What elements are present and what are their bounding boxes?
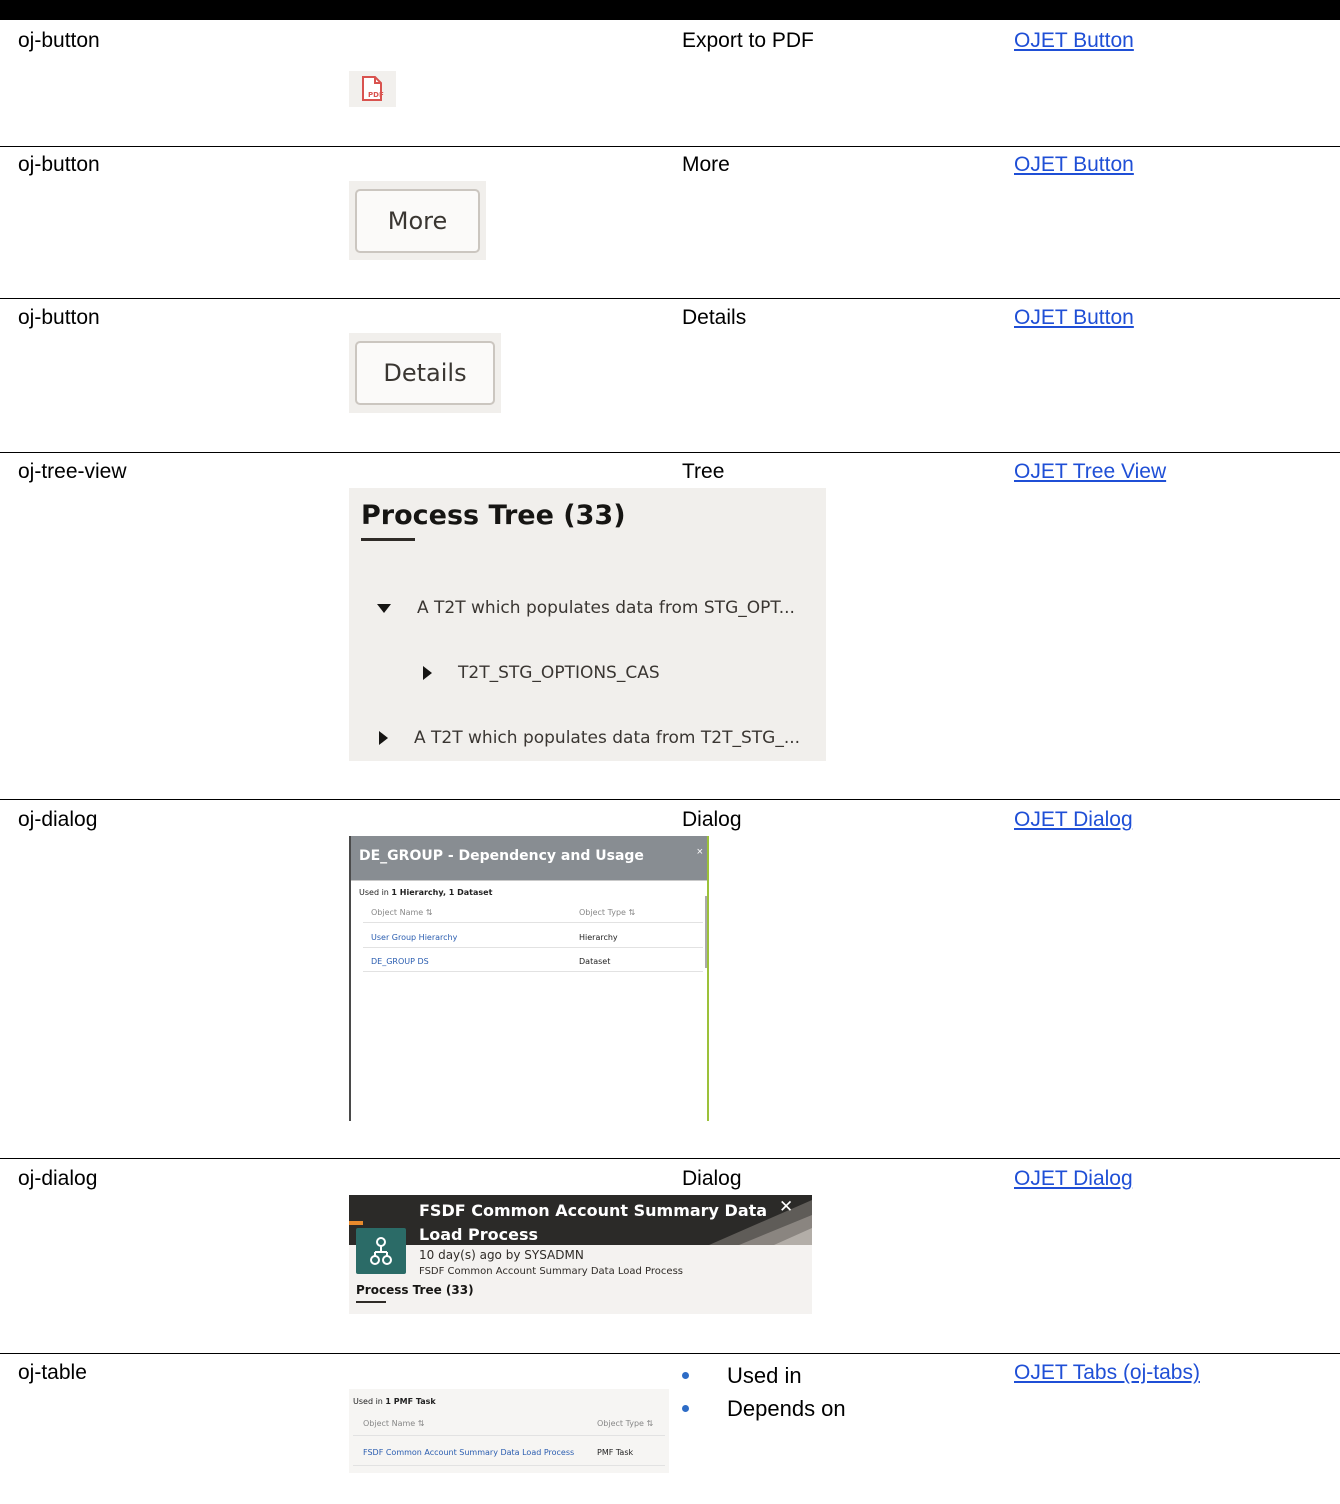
process-tree-screenshot: Process Tree (33) A T2T which populates … <box>349 488 826 761</box>
ojet-doc-link[interactable]: OJET Button <box>1014 152 1134 178</box>
tree-node[interactable]: A T2T which populates data from STG_OPT.… <box>377 598 795 618</box>
row-divider <box>0 146 1340 147</box>
process-dialog-screenshot: FSDF Common Account Summary Data Load Pr… <box>349 1195 812 1314</box>
object-type: Dataset <box>579 957 611 966</box>
row-separator <box>363 922 703 923</box>
row-divider <box>0 1158 1340 1159</box>
object-type: PMF Task <box>597 1448 634 1457</box>
component-name: oj-tree-view <box>18 460 127 483</box>
ojet-doc-link[interactable]: OJET Tree View <box>1014 459 1166 485</box>
accent-bar <box>349 1221 363 1225</box>
list-item: Used in <box>682 1359 846 1392</box>
component-name: oj-button <box>18 29 100 52</box>
component-name: oj-dialog <box>18 1167 98 1190</box>
dialog-title: DE_GROUP - Dependency and Usage <box>359 848 644 864</box>
column-header-type[interactable]: Object Type ⇅ <box>579 908 635 917</box>
row-divider <box>0 298 1340 299</box>
object-type: Hierarchy <box>579 933 618 942</box>
sort-icon: ⇅ <box>425 908 433 917</box>
scrollbar[interactable] <box>705 896 707 968</box>
hierarchy-icon <box>356 1228 406 1274</box>
usage-summary: Used in 1 Hierarchy, 1 Dataset <box>359 888 493 897</box>
dialog-header: DE_GROUP - Dependency and Usage × <box>351 836 707 880</box>
row-separator <box>353 1465 665 1466</box>
usage-summary: Used in 1 PMF Task <box>353 1397 436 1406</box>
ojet-doc-link[interactable]: OJET Tabs (oj-tabs) <box>1014 1360 1200 1386</box>
close-icon[interactable]: × <box>697 846 703 858</box>
component-description: Export to PDF <box>682 29 814 52</box>
details-button-screenshot: Details <box>349 333 501 413</box>
component-description: Dialog <box>682 1167 742 1190</box>
component-name: oj-button <box>18 306 100 329</box>
column-header-type[interactable]: Object Type ⇅ <box>597 1419 653 1428</box>
export-pdf-button[interactable]: PDF <box>349 71 396 107</box>
more-button-screenshot: More <box>349 181 486 260</box>
tab-underline <box>356 1301 386 1303</box>
last-modified: 10 day(s) ago by SYSADMN <box>419 1248 584 1262</box>
bullet-icon <box>682 1371 689 1379</box>
table-screenshot: Used in 1 PMF Task Object Name ⇅ Object … <box>349 1389 669 1473</box>
top-border <box>0 0 1340 20</box>
component-description: More <box>682 153 730 176</box>
caret-right-icon[interactable] <box>379 731 388 745</box>
close-icon[interactable]: ✕ <box>779 1197 793 1217</box>
column-header-name[interactable]: Object Name ⇅ <box>371 908 432 917</box>
tree-node-label: A T2T which populates data from STG_OPT.… <box>417 598 795 618</box>
tree-title: Process Tree (33) <box>361 500 626 531</box>
bullet-icon <box>682 1404 689 1412</box>
dialog-subtitle: FSDF Common Account Summary Data Load Pr… <box>419 1266 683 1277</box>
component-description: Dialog <box>682 808 742 831</box>
more-button[interactable]: More <box>355 189 480 253</box>
row-divider <box>0 799 1340 800</box>
object-name-link[interactable]: FSDF Common Account Summary Data Load Pr… <box>363 1448 574 1457</box>
ojet-doc-link[interactable]: OJET Dialog <box>1014 1166 1133 1192</box>
svg-text:PDF: PDF <box>368 91 384 99</box>
dialog-title: FSDF Common Account Summary Data Load Pr… <box>419 1201 768 1244</box>
tree-node-label: T2T_STG_OPTIONS_CAS <box>458 663 660 683</box>
component-name: oj-dialog <box>18 808 98 831</box>
dependency-dialog-screenshot: DE_GROUP - Dependency and Usage × Used i… <box>349 836 709 1121</box>
caret-right-icon[interactable] <box>423 666 432 680</box>
sort-icon: ⇅ <box>646 1419 654 1428</box>
component-name: oj-button <box>18 153 100 176</box>
sort-icon: ⇅ <box>628 908 636 917</box>
row-separator <box>363 947 703 948</box>
component-name: oj-table <box>18 1361 87 1384</box>
ojet-doc-link[interactable]: OJET Button <box>1014 28 1134 54</box>
component-description: Tree <box>682 460 725 483</box>
row-divider <box>0 452 1340 453</box>
tree-node[interactable]: A T2T which populates data from T2T_STG_… <box>379 728 800 748</box>
dialog-body: Used in 1 Hierarchy, 1 Dataset Object Na… <box>351 880 707 1122</box>
list-item: Depends on <box>682 1392 846 1425</box>
row-separator <box>353 1435 665 1436</box>
sort-icon: ⇅ <box>417 1419 425 1428</box>
component-description: Details <box>682 306 747 329</box>
object-name-link[interactable]: DE_GROUP DS <box>371 957 429 966</box>
tab-underline <box>361 538 415 541</box>
ojet-doc-link[interactable]: OJET Dialog <box>1014 807 1133 833</box>
details-button[interactable]: Details <box>355 341 495 405</box>
tab-list: Used in Depends on <box>682 1359 846 1425</box>
row-separator <box>363 971 703 972</box>
row-divider <box>0 1353 1340 1354</box>
ojet-doc-link[interactable]: OJET Button <box>1014 305 1134 331</box>
pdf-icon: PDF <box>362 76 384 101</box>
caret-down-icon[interactable] <box>377 603 391 613</box>
object-name-link[interactable]: User Group Hierarchy <box>371 933 457 942</box>
tab-process-tree[interactable]: Process Tree (33) <box>356 1283 474 1297</box>
tree-node[interactable]: T2T_STG_OPTIONS_CAS <box>423 663 660 683</box>
column-header-name[interactable]: Object Name ⇅ <box>363 1419 424 1428</box>
tree-node-label: A T2T which populates data from T2T_STG_… <box>414 728 801 748</box>
